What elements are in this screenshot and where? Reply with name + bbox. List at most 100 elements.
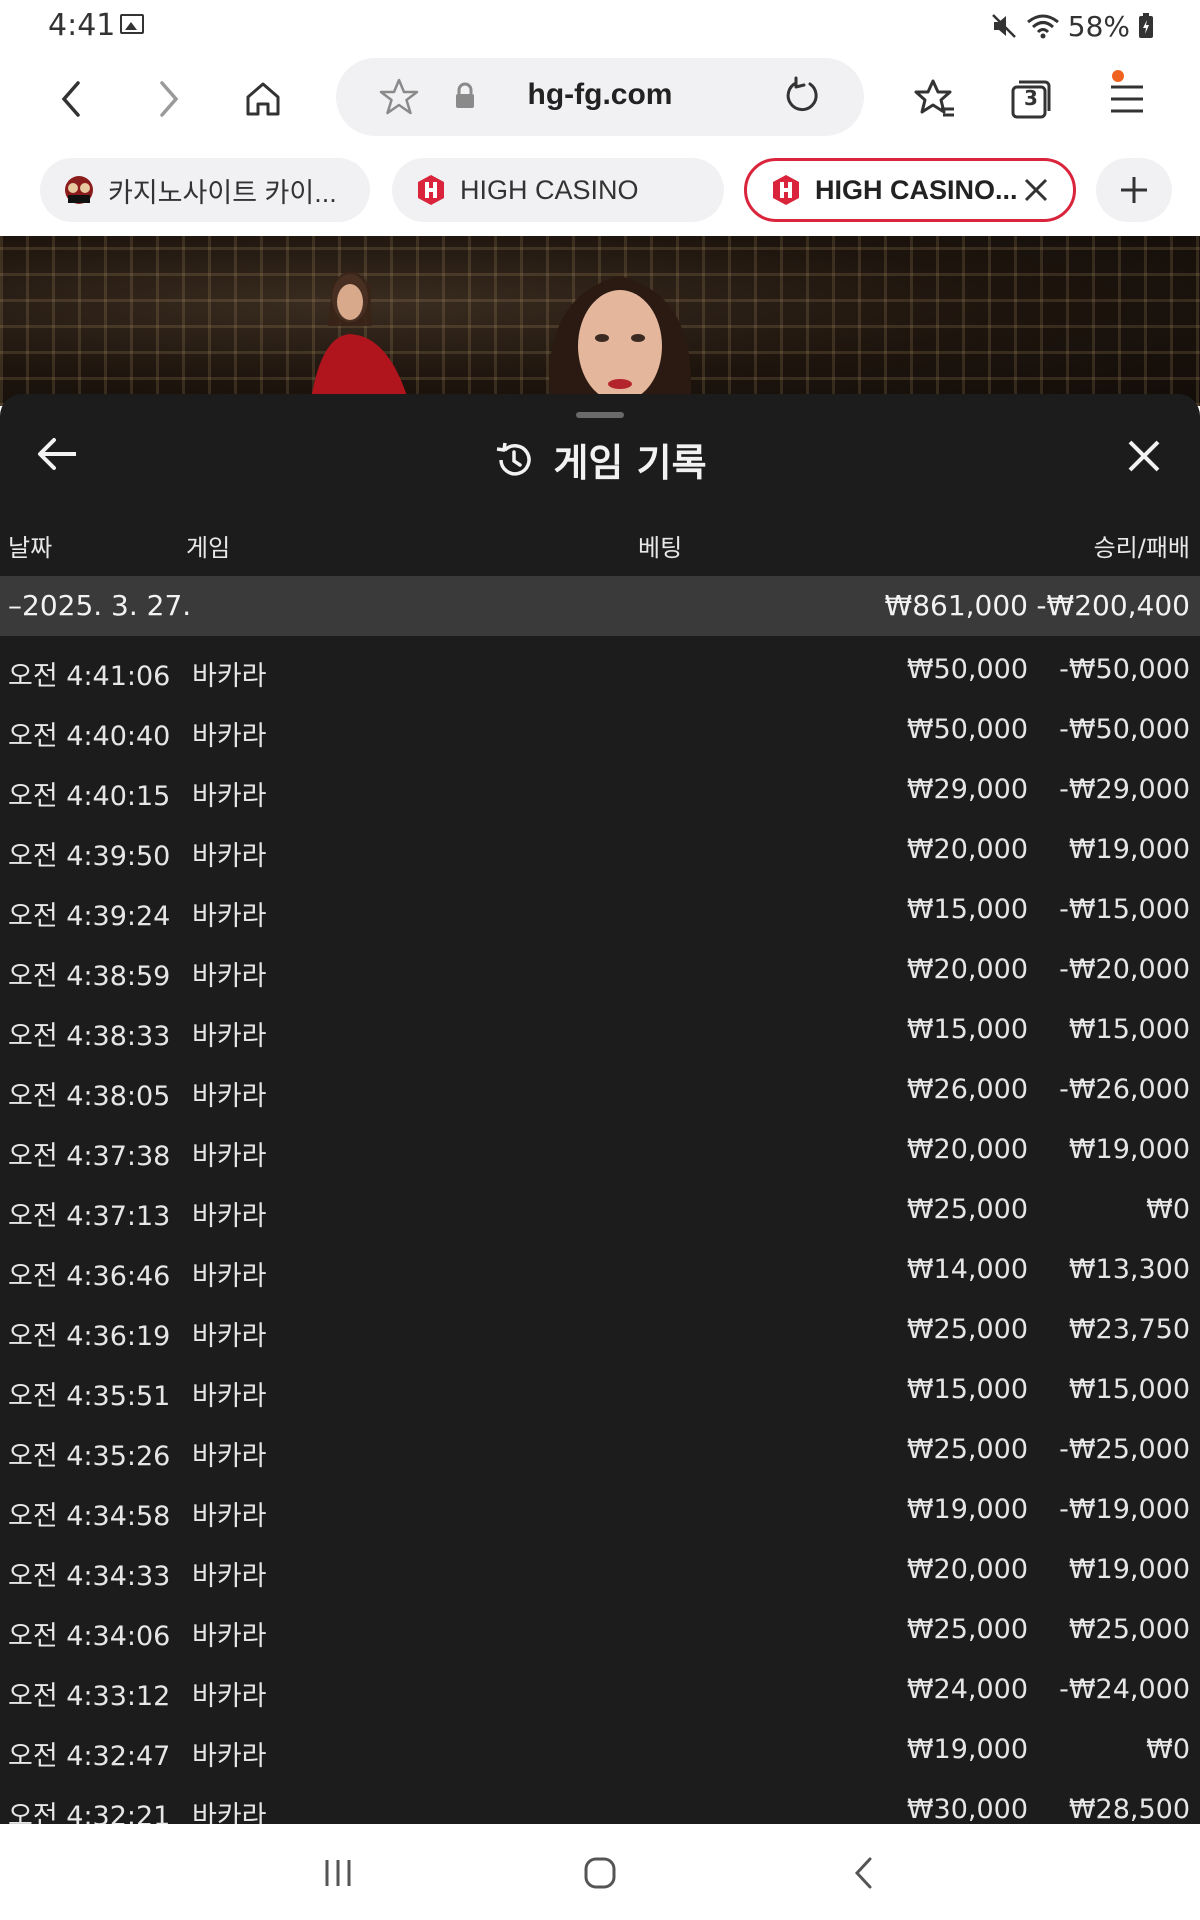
row-time: 오전 4:39:50 (8, 841, 171, 872)
table-row[interactable]: 오전 4:38:05 바카라 ₩26,000 -₩26,000 (0, 1060, 1200, 1120)
chevron-right-icon (160, 81, 179, 117)
drag-handle[interactable] (576, 412, 624, 418)
bookmarks-button[interactable] (900, 64, 970, 134)
row-time: 오전 4:40:40 (8, 721, 171, 752)
row-game: 바카라 (192, 841, 267, 872)
home-circle-icon (584, 1857, 616, 1889)
column-header-date: 날짜 (8, 534, 53, 562)
row-time: 오전 4:35:51 (8, 1381, 171, 1412)
row-game: 바카라 (192, 781, 267, 812)
row-bet: ₩20,000 (906, 954, 1028, 985)
tab-3-label: HIGH CASINO... (815, 174, 1018, 205)
panel-title-text: 게임 기록 (553, 441, 707, 485)
row-game: 바카라 (192, 1321, 267, 1352)
table-row[interactable]: 오전 4:35:51 바카라 ₩15,000 ₩15,000 (0, 1360, 1200, 1420)
home-button[interactable] (228, 64, 298, 134)
table-row[interactable]: 오전 4:32:47 바카라 ₩19,000 ₩0 (0, 1720, 1200, 1780)
row-time: 오전 4:32:47 (8, 1741, 171, 1772)
close-icon[interactable] (1126, 438, 1162, 474)
row-result: ₩0 (1146, 1734, 1190, 1765)
plus-icon (1121, 177, 1147, 203)
row-time: 오전 4:40:15 (8, 781, 171, 812)
close-tab-icon[interactable] (1021, 175, 1051, 205)
table-row[interactable]: 오전 4:36:46 바카라 ₩14,000 ₩13,300 (0, 1240, 1200, 1300)
hamburger-menu-icon (1111, 85, 1143, 113)
row-bet: ₩50,000 (906, 654, 1028, 685)
table-row[interactable]: 오전 4:35:26 바카라 ₩25,000 -₩25,000 (0, 1420, 1200, 1480)
row-result: -₩50,000 (1059, 714, 1190, 745)
table-row[interactable]: 오전 4:33:12 바카라 ₩24,000 -₩24,000 (0, 1660, 1200, 1720)
status-bar: 4:41 58% (0, 0, 1200, 52)
reload-icon[interactable] (780, 75, 822, 117)
row-bet: ₩50,000 (906, 714, 1028, 745)
row-result: ₩15,000 (1068, 1014, 1190, 1045)
row-result: -₩26,000 (1059, 1074, 1190, 1105)
address-bar[interactable]: hg-fg.com (336, 58, 864, 136)
table-row[interactable]: 오전 4:40:15 바카라 ₩29,000 -₩29,000 (0, 760, 1200, 820)
row-game: 바카라 (192, 1741, 267, 1772)
row-game: 바카라 (192, 1141, 267, 1172)
row-game: 바카라 (192, 1261, 267, 1292)
table-row[interactable]: 오전 4:38:33 바카라 ₩15,000 ₩15,000 (0, 1000, 1200, 1060)
back-nav-button[interactable] (834, 1848, 894, 1898)
row-game: 바카라 (192, 1201, 267, 1232)
tabs-button[interactable]: 3 (996, 64, 1066, 134)
row-game: 바카라 (192, 1381, 267, 1412)
table-row[interactable]: 오전 4:41:06 바카라 ₩50,000 -₩50,000 (0, 640, 1200, 700)
row-result: ₩13,300 (1068, 1254, 1190, 1285)
game-history-panel: 게임 기록 날짜 게임 베팅 승리/패배 –2025. 3. 27. ₩861,… (0, 394, 1200, 1824)
tab-2[interactable]: HIGH CASINO (392, 158, 724, 222)
row-time: 오전 4:38:33 (8, 1021, 171, 1052)
tab-1[interactable]: 카지노사이트 카이... (40, 158, 370, 222)
table-row[interactable]: 오전 4:34:33 바카라 ₩20,000 ₩19,000 (0, 1540, 1200, 1600)
table-row[interactable]: 오전 4:32:21 바카라 ₩30,000 ₩28,500 (0, 1780, 1200, 1824)
row-result: ₩23,750 (1068, 1314, 1190, 1345)
casino-favicon-icon (65, 176, 93, 204)
row-time: 오전 4:34:58 (8, 1501, 171, 1532)
gallery-notification-icon (120, 14, 144, 34)
mute-icon (991, 14, 1016, 38)
row-bet: ₩25,000 (906, 1614, 1028, 1645)
row-bet: ₩15,000 (906, 894, 1028, 925)
table-row[interactable]: 오전 4:37:38 바카라 ₩20,000 ₩19,000 (0, 1120, 1200, 1180)
table-row[interactable]: 오전 4:34:58 바카라 ₩19,000 -₩19,000 (0, 1480, 1200, 1540)
row-bet: ₩20,000 (906, 834, 1028, 865)
table-row[interactable]: 오전 4:37:13 바카라 ₩25,000 ₩0 (0, 1180, 1200, 1240)
forward-button[interactable] (134, 64, 204, 134)
wifi-icon (1026, 14, 1059, 39)
row-bet: ₩29,000 (906, 774, 1028, 805)
row-time: 오전 4:38:05 (8, 1081, 171, 1112)
column-header-bet: 베팅 (638, 534, 683, 562)
row-time: 오전 4:36:46 (8, 1261, 171, 1292)
row-bet: ₩25,000 (906, 1194, 1028, 1225)
home-icon (246, 82, 280, 116)
tab-3-active[interactable]: HIGH CASINO... (744, 158, 1076, 222)
menu-button[interactable] (1092, 64, 1162, 134)
row-result: -₩19,000 (1059, 1494, 1190, 1525)
column-header-game: 게임 (186, 534, 231, 562)
home-nav-button[interactable] (570, 1848, 630, 1898)
status-indicators: 58% (990, 6, 1154, 46)
browser-toolbar: hg-fg.com 3 (0, 56, 1200, 142)
table-row[interactable]: 오전 4:36:19 바카라 ₩25,000 ₩23,750 (0, 1300, 1200, 1360)
table-row[interactable]: 오전 4:38:59 바카라 ₩20,000 -₩20,000 (0, 940, 1200, 1000)
table-row[interactable]: 오전 4:40:40 바카라 ₩50,000 -₩50,000 (0, 700, 1200, 760)
row-result: ₩25,000 (1068, 1614, 1190, 1645)
tab-strip: 카지노사이트 카이... HIGH CASINO HIGH CASINO... (0, 158, 1200, 222)
recent-apps-button[interactable] (308, 1848, 368, 1898)
table-row[interactable]: 오전 4:34:06 바카라 ₩25,000 ₩25,000 (0, 1600, 1200, 1660)
new-tab-button[interactable] (1096, 158, 1172, 222)
table-row[interactable]: 오전 4:39:50 바카라 ₩20,000 ₩19,000 (0, 820, 1200, 880)
row-bet: ₩24,000 (906, 1674, 1028, 1705)
row-game: 바카라 (192, 1681, 267, 1712)
dealer-figure-center (548, 276, 692, 406)
row-time: 오전 4:36:19 (8, 1321, 171, 1352)
date-summary-row[interactable]: –2025. 3. 27. ₩861,000 -₩200,400 (0, 576, 1200, 636)
column-header-result: 승리/패배 (1093, 534, 1190, 562)
battery-percent: 58% (1067, 9, 1130, 43)
back-button[interactable] (36, 64, 106, 134)
live-dealer-video (0, 236, 1200, 406)
table-row[interactable]: 오전 4:39:24 바카라 ₩15,000 -₩15,000 (0, 880, 1200, 940)
row-time: 오전 4:35:26 (8, 1441, 171, 1472)
row-time: 오전 4:37:13 (8, 1201, 171, 1232)
